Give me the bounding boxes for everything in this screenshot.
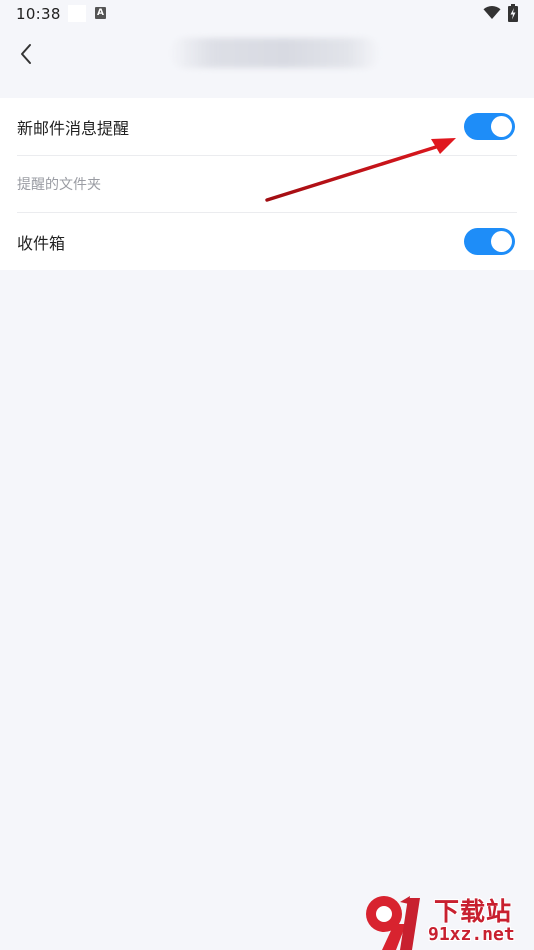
- reminder-folders-header: 提醒的文件夹: [0, 156, 534, 212]
- new-mail-notification-row[interactable]: 新邮件消息提醒: [0, 98, 534, 155]
- notification-square-icon: [68, 5, 86, 22]
- settings-card: 新邮件消息提醒 提醒的文件夹 收件箱: [0, 98, 534, 270]
- new-mail-notification-label: 新邮件消息提醒: [17, 118, 130, 138]
- inbox-row[interactable]: 收件箱: [0, 213, 534, 270]
- page-title-blurred: [170, 38, 380, 68]
- inbox-toggle[interactable]: [464, 228, 515, 255]
- watermark: 下载站 91xz.net: [362, 890, 534, 950]
- watermark-title: 下载站: [434, 897, 513, 926]
- chevron-left-icon: [21, 44, 31, 64]
- inbox-label: 收件箱: [17, 233, 66, 253]
- watermark-logo-icon: [366, 896, 420, 950]
- toggle-knob: [491, 231, 512, 252]
- back-button[interactable]: [12, 38, 40, 70]
- keyboard-a-icon: A: [95, 7, 106, 19]
- wifi-icon: [483, 6, 501, 19]
- battery-charging-icon: [508, 4, 518, 22]
- nav-bar: [0, 28, 534, 82]
- watermark-url: 91xz.net: [428, 924, 515, 945]
- status-time: 10:38: [16, 5, 61, 23]
- reminder-folders-label: 提醒的文件夹: [17, 177, 101, 193]
- status-bar: 10:38 A: [0, 0, 534, 28]
- new-mail-notification-toggle[interactable]: [464, 113, 515, 140]
- toggle-knob: [491, 116, 512, 137]
